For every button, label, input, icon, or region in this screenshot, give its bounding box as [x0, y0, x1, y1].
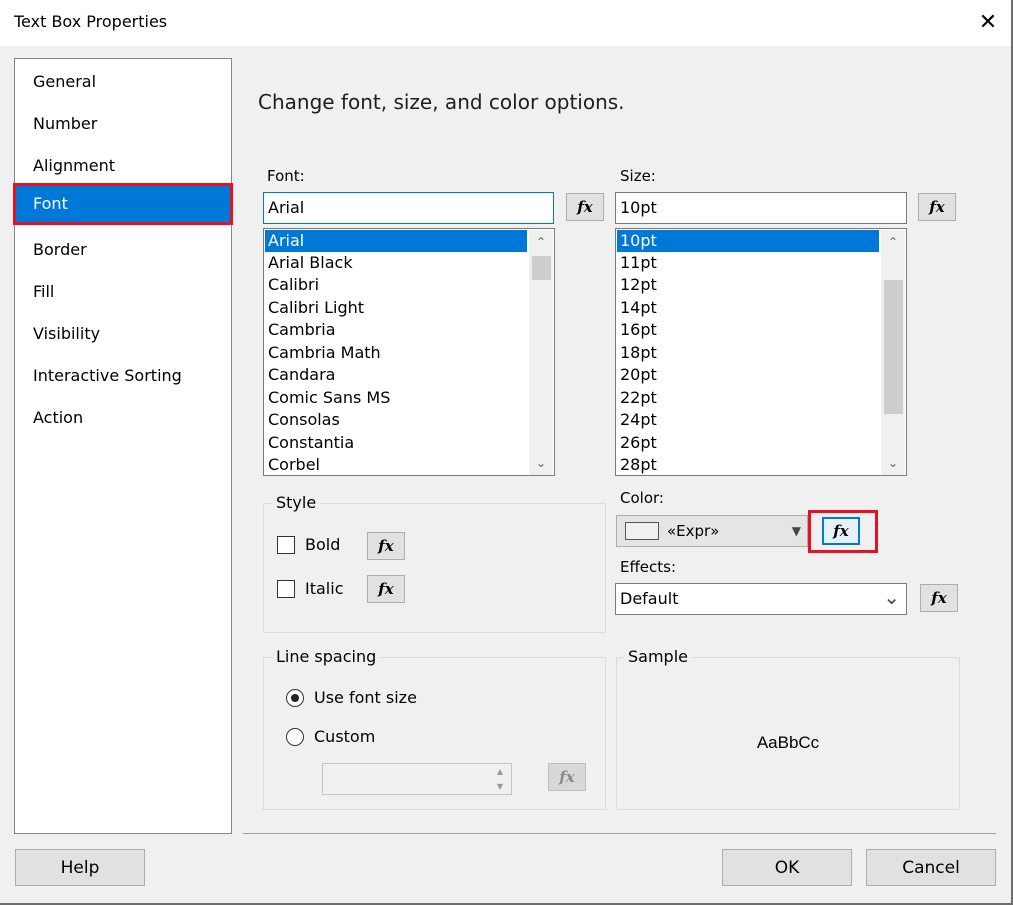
dropdown-arrow-icon: ▼ — [791, 524, 801, 538]
font-option[interactable]: Consolas — [265, 409, 527, 431]
font-label: Font: — [267, 167, 305, 185]
line-spacing-group-title: Line spacing — [272, 647, 381, 666]
font-option[interactable]: Constantia — [265, 432, 527, 454]
color-value: «Expr» — [667, 522, 720, 540]
title-bar: Text Box Properties ✕ — [0, 0, 1013, 46]
font-input[interactable]: Arial — [263, 192, 554, 224]
bold-fx-button[interactable]: fx — [367, 532, 405, 560]
nav-item-alignment[interactable]: Alignment — [15, 145, 231, 187]
color-dropdown[interactable]: «Expr» ▼ — [616, 515, 808, 547]
nav-item-interactive-sorting[interactable]: Interactive Sorting — [15, 355, 231, 397]
font-listbox[interactable]: Arial Arial Black Calibri Calibri Light … — [263, 228, 555, 476]
color-label: Color: — [620, 489, 664, 507]
scroll-down-icon[interactable]: ⌄ — [881, 451, 905, 475]
sample-group-title: Sample — [624, 647, 692, 666]
ok-button[interactable]: OK — [722, 849, 852, 886]
color-fx-button[interactable]: fx — [822, 517, 860, 545]
scroll-up-icon[interactable]: ⌃ — [881, 230, 905, 254]
use-font-size-label: Use font size — [314, 688, 417, 707]
custom-spacing-input[interactable] — [322, 763, 512, 795]
font-fx-button[interactable]: fx — [566, 193, 604, 221]
effects-dropdown[interactable]: Default ⌄ — [615, 583, 907, 615]
font-option[interactable]: Arial Black — [265, 252, 527, 274]
font-option[interactable]: Corbel — [265, 454, 527, 475]
color-swatch — [625, 522, 659, 540]
category-list: General Number Alignment Font Border Fil… — [13, 58, 233, 834]
size-option[interactable]: 12pt — [617, 274, 879, 296]
size-fx-button[interactable]: fx — [918, 193, 956, 221]
effects-label: Effects: — [620, 558, 677, 576]
window-title: Text Box Properties — [14, 12, 168, 31]
scroll-up-icon[interactable]: ⌃ — [529, 230, 553, 254]
nav-item-number[interactable]: Number — [15, 103, 231, 145]
cancel-button[interactable]: Cancel — [866, 849, 996, 886]
page-header: Change font, size, and color options. — [258, 90, 625, 114]
font-option[interactable]: Comic Sans MS — [265, 387, 527, 409]
italic-fx-button[interactable]: fx — [367, 575, 405, 603]
size-option[interactable]: 24pt — [617, 409, 879, 431]
size-option[interactable]: 26pt — [617, 432, 879, 454]
spin-up-icon[interactable]: ▲ — [489, 764, 511, 779]
custom-fx-button[interactable]: fx — [548, 763, 586, 791]
scroll-down-icon[interactable]: ⌄ — [529, 451, 553, 475]
custom-label: Custom — [314, 727, 376, 746]
spin-down-icon[interactable]: ▼ — [489, 779, 511, 794]
size-option[interactable]: 18pt — [617, 342, 879, 364]
font-option[interactable]: Calibri — [265, 274, 527, 296]
effects-value: Default — [620, 589, 679, 608]
nav-item-action[interactable]: Action — [15, 397, 231, 439]
bold-checkbox[interactable] — [277, 536, 295, 554]
size-option[interactable]: 16pt — [617, 319, 879, 341]
use-font-size-radio[interactable] — [286, 689, 304, 707]
chevron-down-icon: ⌄ — [883, 585, 900, 609]
nav-item-visibility[interactable]: Visibility — [15, 313, 231, 355]
size-option[interactable]: 14pt — [617, 297, 879, 319]
help-button[interactable]: Help — [15, 849, 145, 886]
font-option[interactable]: Cambria — [265, 319, 527, 341]
size-option[interactable]: 10pt — [617, 230, 879, 252]
scroll-thumb[interactable] — [884, 280, 903, 414]
font-option[interactable]: Cambria Math — [265, 342, 527, 364]
style-group-title: Style — [272, 493, 321, 512]
font-option[interactable]: Candara — [265, 364, 527, 386]
font-scrollbar[interactable]: ⌃ ⌄ — [529, 230, 553, 475]
close-icon[interactable]: ✕ — [972, 6, 1004, 38]
size-option[interactable]: 20pt — [617, 364, 879, 386]
size-label: Size: — [620, 167, 656, 185]
nav-item-general[interactable]: General — [15, 61, 231, 103]
size-input[interactable]: 10pt — [615, 192, 907, 224]
nav-item-border[interactable]: Border — [15, 229, 231, 271]
bold-label: Bold — [305, 535, 341, 554]
nav-item-font[interactable]: Font — [13, 183, 233, 225]
italic-checkbox[interactable] — [277, 580, 295, 598]
effects-fx-button[interactable]: fx — [920, 584, 958, 612]
style-group — [263, 503, 606, 633]
italic-label: Italic — [305, 579, 344, 598]
size-listbox[interactable]: 10pt 11pt 12pt 14pt 16pt 18pt 20pt 22pt … — [615, 228, 907, 476]
size-scrollbar[interactable]: ⌃ ⌄ — [881, 230, 905, 475]
size-option[interactable]: 22pt — [617, 387, 879, 409]
footer-divider — [243, 833, 996, 834]
font-option[interactable]: Arial — [265, 230, 527, 252]
custom-radio[interactable] — [286, 728, 304, 746]
sample-preview-text: AaBbCc — [756, 733, 820, 752]
size-option[interactable]: 28pt — [617, 454, 879, 475]
nav-item-fill[interactable]: Fill — [15, 271, 231, 313]
size-option[interactable]: 11pt — [617, 252, 879, 274]
font-option[interactable]: Calibri Light — [265, 297, 527, 319]
scroll-thumb[interactable] — [532, 256, 551, 280]
